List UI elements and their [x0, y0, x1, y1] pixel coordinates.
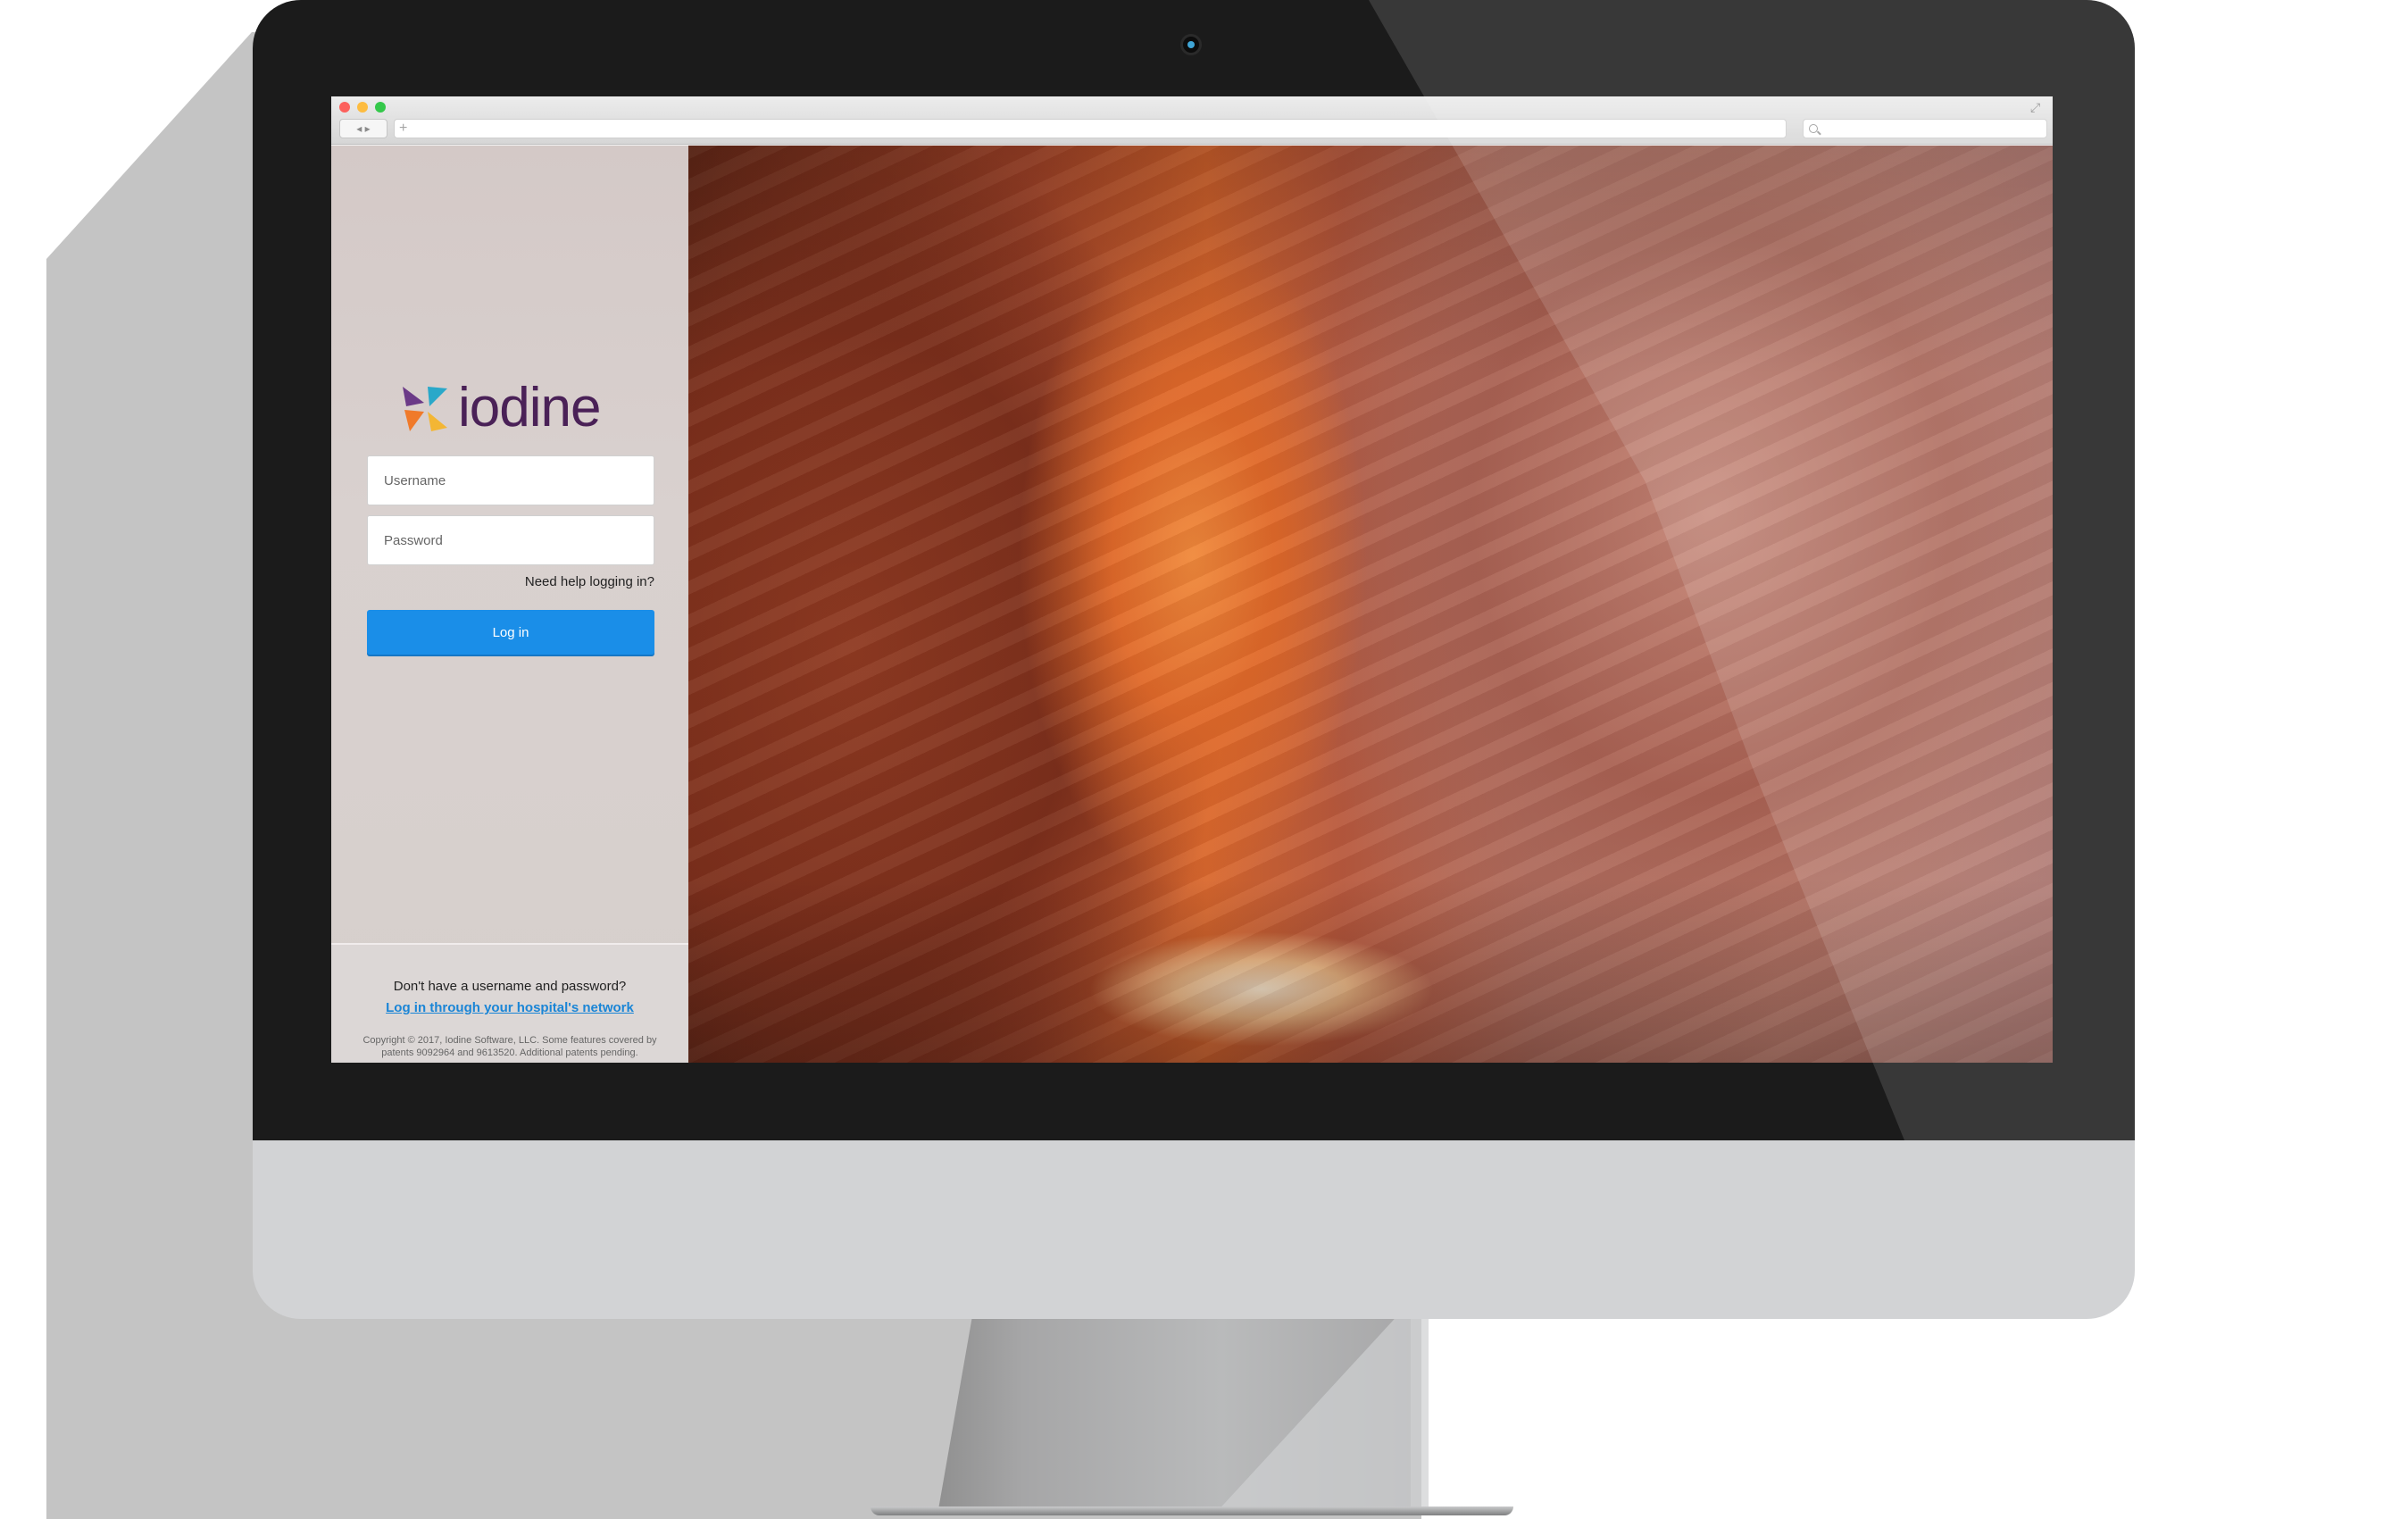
monitor: ◂ ▸ + ⤢ iodine Username Need help loggin… [253, 0, 2135, 1319]
camera-icon [1180, 34, 1202, 55]
login-page: iodine Need help logging in? Log in Don'… [331, 146, 2053, 1063]
copyright-text: Copyright © 2017, Iodine Software, LLC. … [362, 1035, 657, 1058]
hospital-network-link[interactable]: Log in through your hospital's network [331, 1000, 688, 1015]
monitor-stand-foot [871, 1506, 1513, 1515]
search-icon [1809, 124, 1818, 133]
minimize-icon[interactable] [357, 102, 368, 113]
back-forward-buttons[interactable]: ◂ ▸ [339, 119, 387, 138]
expand-icon[interactable]: ⤢ [2030, 101, 2040, 113]
new-tab-icon[interactable]: + [399, 121, 407, 137]
browser-window: ◂ ▸ + ⤢ iodine Username Need help loggin… [331, 96, 2053, 1063]
browser-search-input[interactable] [1803, 119, 2047, 138]
browser-toolbar: ◂ ▸ + ⤢ [331, 96, 2053, 145]
password-input[interactable] [367, 515, 654, 565]
username-input[interactable] [367, 455, 654, 505]
address-bar[interactable]: + [394, 119, 1787, 138]
brand-name: iodine [458, 377, 601, 438]
zoom-icon[interactable] [375, 102, 386, 113]
monitor-bezel: ◂ ▸ + ⤢ iodine Username Need help loggin… [253, 0, 2135, 1140]
no-account-text: Don't have a username and password? [393, 979, 627, 994]
close-icon[interactable] [339, 102, 350, 113]
login-button[interactable]: Log in [367, 610, 654, 655]
help-login-link[interactable]: Need help logging in? [525, 574, 654, 589]
iodine-logo: iodine [401, 377, 601, 438]
iodine-logo-icon [403, 387, 447, 431]
login-sidebar: iodine Need help logging in? Log in Don'… [331, 146, 688, 1063]
canyon-hero-image [688, 146, 2053, 1063]
